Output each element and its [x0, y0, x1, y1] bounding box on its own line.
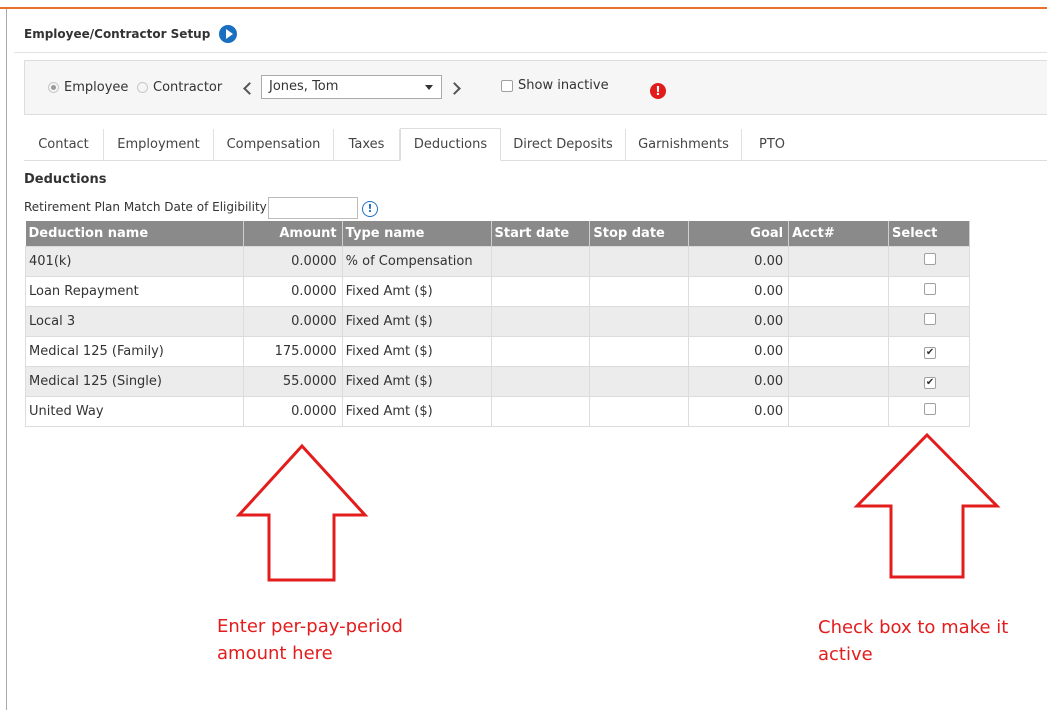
select-annotation-note: Check box to make it active — [818, 614, 1008, 668]
select-note-line-1: Check box to make it — [818, 617, 1009, 638]
amount-up-arrow — [235, 443, 369, 582]
amount-annotation-note: Enter per-pay-period amount here — [217, 613, 403, 667]
select-note-line-2: active — [818, 644, 873, 665]
amount-note-line-1: Enter per-pay-period — [217, 616, 403, 637]
annotation-arrows — [235, 432, 1001, 582]
amount-note-line-2: amount here — [217, 643, 333, 664]
select-up-arrow — [853, 432, 1001, 579]
